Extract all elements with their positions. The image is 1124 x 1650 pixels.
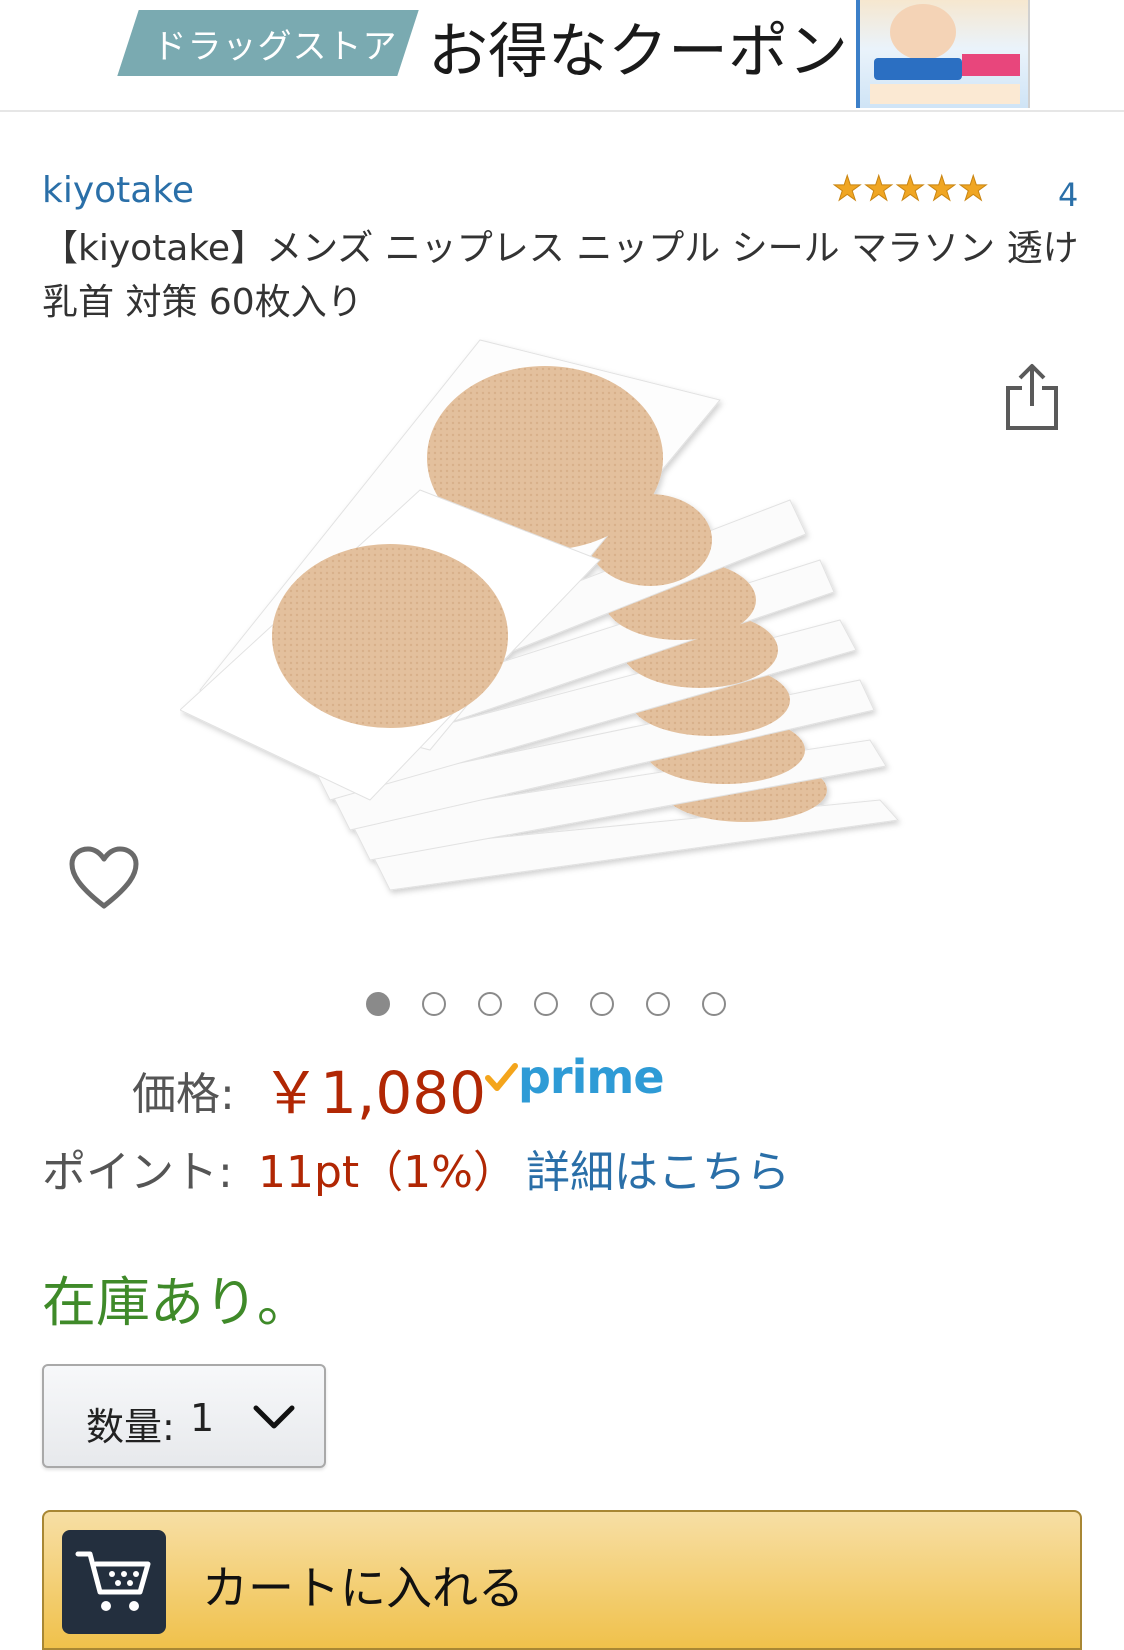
rating-stars[interactable]: ★ ★ ★ ★ ★	[831, 169, 989, 209]
carousel-dot[interactable]	[478, 992, 502, 1016]
add-to-cart-button[interactable]: カートに入れる	[42, 1510, 1082, 1650]
price-value: ￥1,080	[262, 1059, 487, 1127]
share-icon[interactable]	[1004, 362, 1060, 432]
banner-tag-text: ドラッグストア	[152, 26, 398, 67]
chevron-down-icon	[253, 1405, 295, 1429]
promo-banner[interactable]: ドラッグストア お得なクーポン	[0, 0, 1124, 112]
quantity-label: 数量:	[86, 1405, 175, 1449]
quantity-value: 1	[190, 1396, 215, 1440]
cart-icon	[75, 1551, 151, 1611]
points-value: 11pt（1%）	[258, 1147, 517, 1198]
star-icon: ★	[957, 169, 989, 209]
product-title: 【kiyotake】メンズ ニップレス ニップル シール マラソン 透け乳首 対…	[42, 228, 1079, 323]
wishlist-heart-icon[interactable]	[68, 846, 140, 912]
points-label: ポイント:	[42, 1147, 233, 1198]
stock-status: 在庫あり。	[42, 1271, 311, 1334]
carousel-dot[interactable]	[590, 992, 614, 1016]
carousel-dot[interactable]	[534, 992, 558, 1016]
quantity-dropdown[interactable]: 数量: 1	[42, 1364, 326, 1468]
rating-count[interactable]: 4	[1058, 176, 1078, 214]
star-icon: ★	[831, 169, 863, 209]
carousel-dot-active[interactable]	[366, 992, 390, 1016]
star-icon: ★	[926, 169, 958, 209]
banner-ad-image	[856, 0, 1030, 108]
carousel-dot[interactable]	[646, 992, 670, 1016]
prime-badge: prime	[484, 1050, 665, 1104]
points-details-link[interactable]: 詳細はこちら	[526, 1136, 790, 1200]
star-icon: ★	[863, 169, 895, 209]
image-carousel-dots[interactable]	[366, 992, 726, 1016]
price-label: 価格:	[132, 1069, 235, 1120]
carousel-dot[interactable]	[702, 992, 726, 1016]
star-icon: ★	[894, 169, 926, 209]
prime-text: prime	[518, 1050, 665, 1104]
carousel-dot[interactable]	[422, 992, 446, 1016]
prime-check-icon	[485, 1063, 518, 1091]
cart-icon-box	[62, 1530, 166, 1634]
banner-headline: お得なクーポン	[428, 16, 848, 87]
brand-link[interactable]: kiyotake	[42, 170, 194, 211]
product-image[interactable]	[180, 330, 940, 950]
add-to-cart-label: カートに入れる	[202, 1561, 524, 1615]
